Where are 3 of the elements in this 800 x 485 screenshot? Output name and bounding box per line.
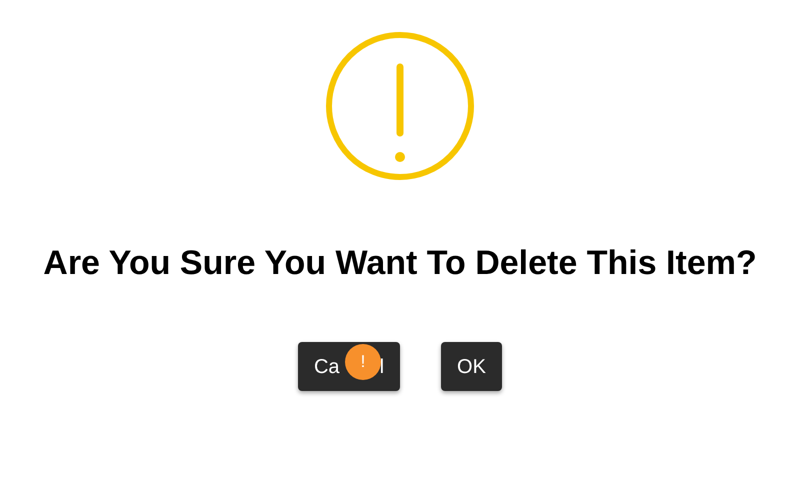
dialog-title: Are You Sure You Want To Delete This Item?	[42, 243, 758, 284]
ok-button[interactable]: OK	[441, 342, 502, 391]
warning-icon	[325, 31, 475, 181]
